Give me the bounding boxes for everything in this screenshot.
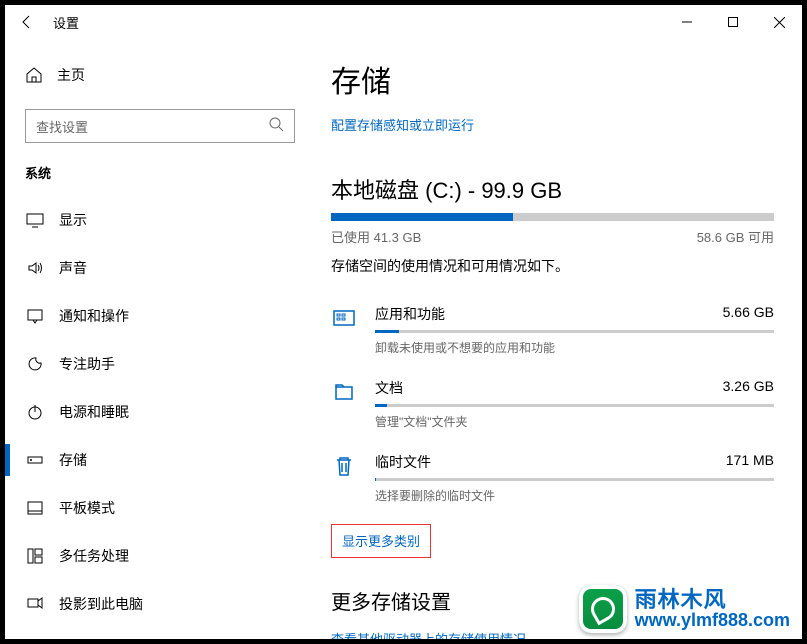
project-icon: [25, 595, 45, 613]
titlebar: 设置: [5, 5, 802, 39]
free-label: 58.6 GB 可用: [697, 227, 774, 246]
category-apps[interactable]: 应用和功能5.66 GB 卸载未使用或不想要的应用和功能: [331, 298, 774, 372]
search-icon: [268, 116, 284, 137]
home-icon: [25, 66, 43, 84]
search-input[interactable]: 查找设置: [25, 109, 295, 143]
nav-focus[interactable]: 专注助手: [5, 340, 315, 388]
category-documents[interactable]: 文档3.26 GB 管理"文档"文件夹: [331, 372, 774, 446]
storage-icon: [25, 451, 45, 469]
maximize-button[interactable]: [710, 5, 756, 39]
nav-display[interactable]: 显示: [5, 196, 315, 244]
nav-storage[interactable]: 存储: [5, 436, 315, 484]
multitask-icon: [25, 547, 45, 565]
nav-project[interactable]: 投影到此电脑: [5, 580, 315, 628]
nav-power[interactable]: 电源和睡眠: [5, 388, 315, 436]
used-label: 已使用 41.3 GB: [331, 227, 421, 246]
page-title: 存储: [331, 57, 774, 101]
trash-icon: [331, 452, 357, 504]
category-temp[interactable]: 临时文件171 MB 选择要删除的临时文件: [331, 446, 774, 520]
home-button[interactable]: 主页: [25, 57, 295, 93]
other-drives-link[interactable]: 查看其他驱动器上的存储使用情况: [331, 632, 526, 639]
content-area: 存储 配置存储感知或立即运行 本地磁盘 (C:) - 99.9 GB 已使用 4…: [315, 39, 802, 639]
minimize-button[interactable]: [664, 5, 710, 39]
watermark: 雨林木风 www.ylmf888.com: [579, 585, 790, 633]
nav-notifications[interactable]: 通知和操作: [5, 292, 315, 340]
nav-tablet[interactable]: 平板模式: [5, 484, 315, 532]
watermark-text: 雨林木风: [635, 589, 790, 611]
apps-icon: [331, 304, 357, 356]
watermark-logo: [579, 585, 627, 633]
watermark-url: www.ylmf888.com: [635, 611, 790, 629]
focus-icon: [25, 355, 45, 373]
disk-usage-bar: [331, 213, 774, 221]
documents-icon: [331, 378, 357, 430]
back-button[interactable]: [5, 5, 49, 39]
show-more-link[interactable]: 显示更多类别: [331, 524, 431, 558]
sound-icon: [25, 259, 45, 277]
tablet-icon: [25, 499, 45, 517]
sidebar: 主页 查找设置 系统 显示 声音: [5, 39, 315, 639]
nav-list: 显示 声音 通知和操作 专注助手 电源和睡眠: [5, 196, 315, 628]
disk-title: 本地磁盘 (C:) - 99.9 GB: [331, 173, 774, 205]
close-button[interactable]: [756, 5, 802, 39]
search-placeholder: 查找设置: [36, 117, 268, 136]
home-label: 主页: [57, 65, 85, 85]
nav-multitask[interactable]: 多任务处理: [5, 532, 315, 580]
power-icon: [25, 403, 45, 421]
display-icon: [25, 211, 45, 229]
nav-sound[interactable]: 声音: [5, 244, 315, 292]
window-title: 设置: [53, 13, 79, 32]
section-label: 系统: [25, 163, 295, 182]
storage-sense-link[interactable]: 配置存储感知或立即运行: [331, 118, 474, 133]
notifications-icon: [25, 307, 45, 325]
usage-description: 存储空间的使用情况和可用情况如下。: [331, 256, 774, 276]
